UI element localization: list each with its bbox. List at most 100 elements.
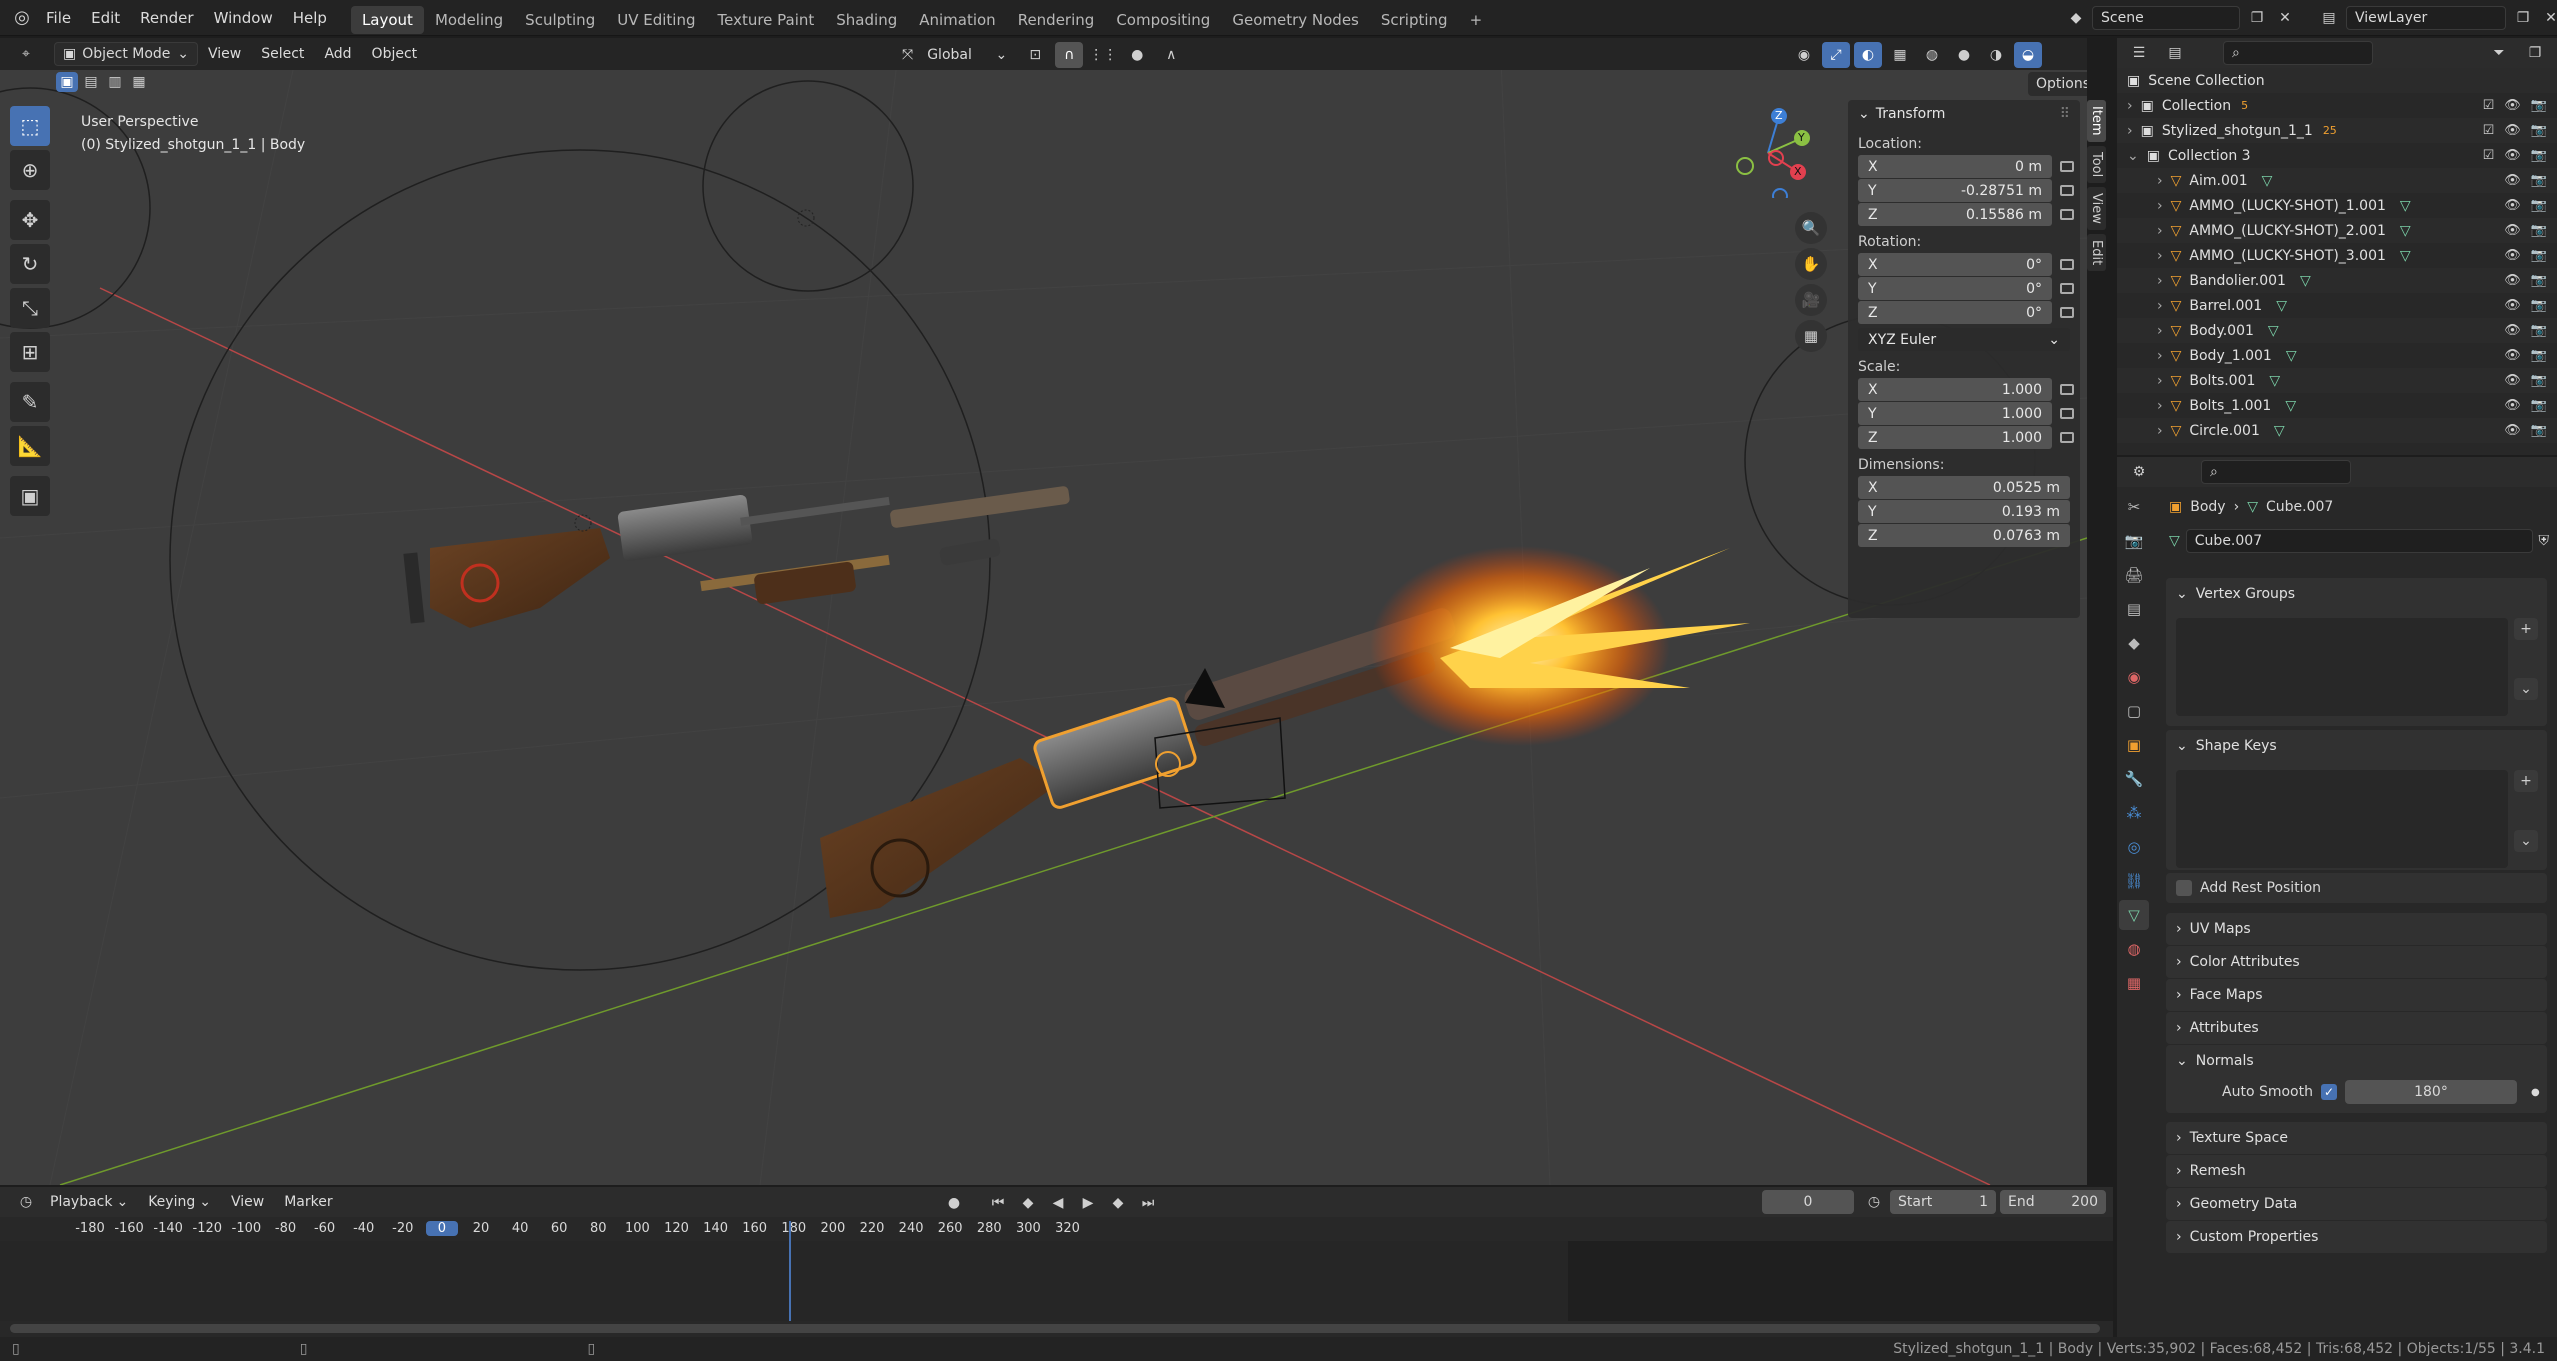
add-rest-position-checkbox[interactable] (2176, 880, 2192, 896)
mesh-data-icon[interactable]: ▽ (2268, 323, 2279, 339)
outliner-row[interactable]: › ▽ Bolts.001 ▽ 👁 📷 (2117, 368, 2557, 393)
mesh-data-icon[interactable]: ▽ (2276, 298, 2287, 314)
camera-view-icon[interactable]: 🎥 (1795, 284, 1827, 316)
location-y-field[interactable]: Y -0.28751 m (1858, 179, 2074, 202)
navigation-gizmo[interactable]: Z Y X (1720, 108, 1810, 204)
playhead-line[interactable] (789, 1221, 791, 1321)
overlays-toggle-icon[interactable]: ◐ (1854, 42, 1882, 68)
render-camera-icon[interactable]: 📷 (2531, 223, 2547, 238)
eye-icon[interactable]: 👁 (2504, 273, 2521, 288)
object-tab-icon[interactable]: ▣ (2119, 730, 2149, 760)
collection-tab-icon[interactable]: ▢ (2119, 696, 2149, 726)
shape-key-menu-icon[interactable]: ⌄ (2514, 830, 2538, 852)
rotation-z-field[interactable]: Z 0° (1858, 301, 2074, 324)
keyframe-dot-icon[interactable]: ● (2531, 1087, 2540, 1098)
exclude-checkbox-icon[interactable]: ☑ (2483, 148, 2495, 163)
drag-handle-icon[interactable]: ⠿ (2060, 106, 2070, 122)
color-attributes-panel[interactable]: › Color Attributes (2166, 946, 2547, 978)
mesh-data-icon[interactable]: ▽ (2285, 398, 2296, 414)
chevron-right-icon[interactable]: › (2157, 273, 2163, 289)
vertex-group-menu-icon[interactable]: ⌄ (2514, 678, 2538, 700)
chevron-right-icon[interactable]: › (2157, 248, 2163, 264)
render-camera-icon[interactable]: 📷 (2531, 173, 2547, 188)
remesh-panel[interactable]: › Remesh (2166, 1155, 2547, 1187)
new-scene-icon[interactable]: ❐ (2246, 5, 2268, 31)
add-shape-key-icon[interactable]: + (2514, 770, 2538, 792)
tab-sculpting[interactable]: Sculpting (514, 6, 606, 34)
cursor-icon[interactable]: ⊕ (10, 150, 50, 190)
pan-hand-icon[interactable]: ✋ (1795, 248, 1827, 280)
wireframe-shading-icon[interactable]: ◍ (1918, 42, 1946, 68)
outliner-row[interactable]: › ▣ Stylized_shotgun_1_1 25 ☑ 👁 📷 (2117, 118, 2557, 143)
tab-item[interactable]: Item (2087, 100, 2106, 142)
timeline-menu-keying[interactable]: Keying ⌄ (138, 1187, 221, 1217)
tab-scripting[interactable]: Scripting (1370, 6, 1459, 34)
viewport-menu-view[interactable]: View (198, 38, 251, 72)
jump-end-icon[interactable]: ⏭ (1134, 1190, 1162, 1216)
xray-icon[interactable]: ▦ (1886, 42, 1914, 68)
render-camera-icon[interactable]: 📷 (2531, 148, 2547, 163)
render-camera-icon[interactable]: 📷 (2531, 198, 2547, 213)
eye-icon[interactable]: 👁 (2504, 298, 2521, 313)
outliner-row[interactable]: › ▽ Circle.001 ▽ 👁 📷 (2117, 418, 2557, 443)
uv-maps-panel[interactable]: › UV Maps (2166, 913, 2547, 945)
data-tab-icon[interactable]: ▽ (2119, 900, 2149, 930)
tab-rendering[interactable]: Rendering (1007, 6, 1106, 34)
lock-icon[interactable] (2060, 259, 2074, 270)
timeline-track-area[interactable] (0, 1221, 2113, 1321)
tab-view[interactable]: View (2087, 186, 2106, 230)
eye-icon[interactable]: 👁 (2504, 423, 2521, 438)
timeline-menu-marker[interactable]: Marker (274, 1187, 342, 1217)
scale-z-field[interactable]: Z 1.000 (1858, 426, 2074, 449)
eye-icon[interactable]: 👁 (2504, 323, 2521, 338)
normals-header[interactable]: ⌄ Normals (2166, 1045, 2547, 1077)
chevron-right-icon[interactable]: › (2127, 98, 2133, 114)
vertex-groups-list[interactable] (2176, 618, 2508, 716)
exclude-checkbox-icon[interactable]: ☑ (2483, 98, 2495, 113)
lock-icon[interactable] (2060, 307, 2074, 318)
chevron-right-icon[interactable]: › (2157, 423, 2163, 439)
lock-icon[interactable] (2060, 384, 2074, 395)
eye-icon[interactable]: 👁 (2504, 98, 2521, 113)
outliner-row[interactable]: › ▽ AMMO_(LUCKY-SHOT)_3.001 ▽ 👁 📷 (2117, 243, 2557, 268)
outliner-row[interactable]: › ▽ Body.001 ▽ 👁 📷 (2117, 318, 2557, 343)
attributes-panel[interactable]: › Attributes (2166, 1012, 2547, 1044)
filter-icon[interactable]: ⏷ (2485, 40, 2513, 66)
outliner-editor-icon[interactable]: ☰ (2125, 40, 2153, 66)
texture-tab-icon[interactable]: ▦ (2119, 968, 2149, 998)
tool-tab-icon[interactable]: ✂ (2119, 492, 2149, 522)
eye-icon[interactable]: 👁 (2504, 248, 2521, 263)
chevron-right-icon[interactable]: › (2157, 298, 2163, 314)
current-frame-field[interactable]: 0 (1762, 1190, 1854, 1214)
outliner-row[interactable]: › ▽ Barrel.001 ▽ 👁 📷 (2117, 293, 2557, 318)
jump-start-icon[interactable]: ⏮ (984, 1190, 1012, 1216)
lock-icon[interactable] (2060, 209, 2074, 220)
constraints-tab-icon[interactable]: ⛓ (2119, 866, 2149, 896)
scale-y-field[interactable]: Y 1.000 (1858, 402, 2074, 425)
mesh-data-icon[interactable]: ▽ (2400, 223, 2411, 239)
select-intersect-icon[interactable]: ▦ (128, 72, 150, 92)
tab-edit[interactable]: Edit (2087, 233, 2106, 271)
datablock-name-field[interactable]: Cube.007 (2185, 529, 2533, 553)
measure-icon[interactable]: 📐 (10, 426, 50, 466)
mesh-data-icon[interactable]: ▽ (2269, 373, 2280, 389)
visibility-icon[interactable]: ◉ (1790, 42, 1818, 68)
view-layer-tab-icon[interactable]: ▤ (2119, 594, 2149, 624)
select-extend-icon[interactable]: ▤ (80, 72, 102, 92)
scale-x-field[interactable]: X 1.000 (1858, 378, 2074, 401)
select-box-icon[interactable]: ⬚ (10, 106, 50, 146)
face-maps-panel[interactable]: › Face Maps (2166, 979, 2547, 1011)
outliner-row[interactable]: › ▽ Bolts_1.001 ▽ 👁 📷 (2117, 393, 2557, 418)
modifier-tab-icon[interactable]: 🔧 (2119, 764, 2149, 794)
eye-icon[interactable]: 👁 (2504, 373, 2521, 388)
transform-icon[interactable]: ⊞ (10, 332, 50, 372)
rotation-x-field[interactable]: X 0° (1858, 253, 2074, 276)
location-z-field[interactable]: Z 0.15586 m (1858, 203, 2074, 226)
editor-type-icon[interactable]: ⌖ (12, 41, 40, 67)
add-cube-icon[interactable]: ▣ (10, 476, 50, 516)
chevron-right-icon[interactable]: › (2157, 348, 2163, 364)
menu-edit[interactable]: Edit (81, 0, 130, 36)
display-mode-icon[interactable]: ▤ (2161, 40, 2189, 66)
eye-icon[interactable]: 👁 (2504, 123, 2521, 138)
dimensions-x-field[interactable]: X 0.0525 m (1858, 476, 2070, 499)
